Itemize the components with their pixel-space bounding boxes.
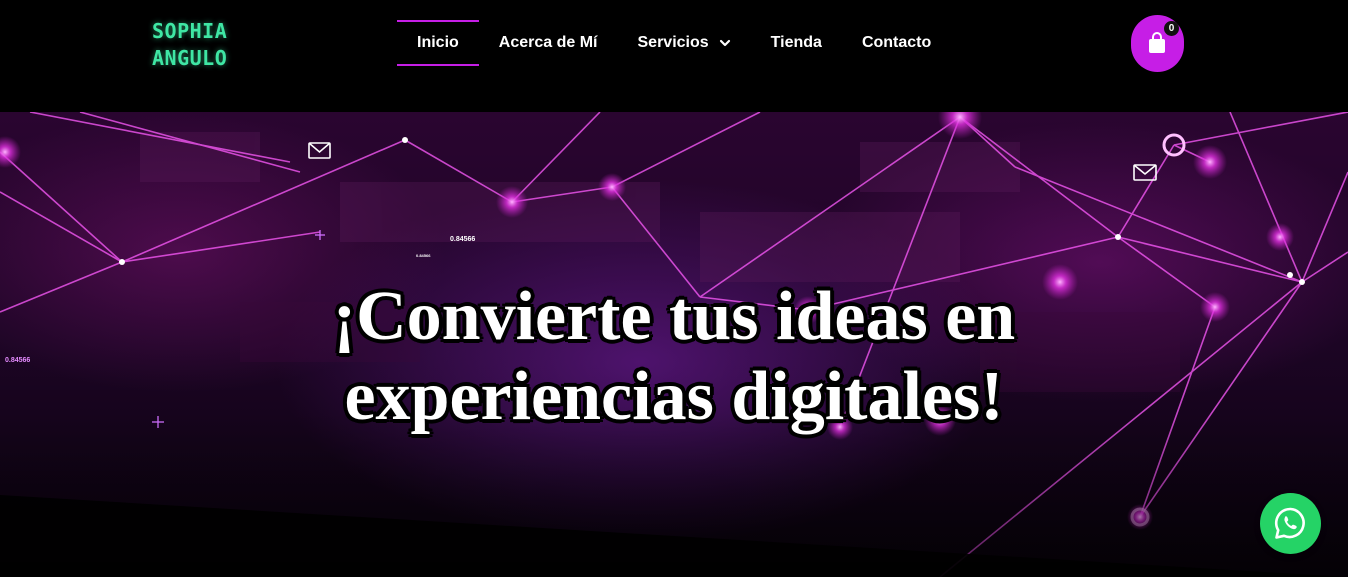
nav-item-acerca[interactable]: Acerca de Mí [479,20,618,66]
nav-label: Tienda [770,34,822,51]
nav-label: Inicio [417,34,459,51]
brand-line1: SOPHIA [152,19,228,43]
site-header: SOPHIA ANGULO Inicio Acerca de Mí Servic… [0,0,1348,112]
hero-title-line1: ¡Convierte tus ideas en [332,278,1016,355]
nav-item-servicios[interactable]: Servicios [618,20,751,66]
envelope-icon [308,142,331,159]
main-nav: Inicio Acerca de Mí Servicios Tienda Con… [397,20,951,66]
whatsapp-icon [1274,507,1305,539]
shopping-bag-icon [1149,32,1165,53]
hero-title-line2: experiencias digitales! [344,358,1004,435]
nav-item-tienda[interactable]: Tienda [751,20,842,66]
nav-label: Servicios [637,34,709,51]
hero-section: 0.84566 0.84566 0.84566 ¡Convierte tus i… [0,112,1348,577]
envelope-icon [1133,164,1157,181]
nav-item-contacto[interactable]: Contacto [842,20,951,66]
brand-logo[interactable]: SOPHIA ANGULO [152,18,232,72]
cart-count-badge: 0 [1164,21,1179,36]
hero-title: ¡Convierte tus ideas en experiencias dig… [0,277,1348,437]
nav-label: Contacto [861,34,932,51]
chevron-down-icon[interactable] [719,37,731,49]
cart-button[interactable]: 0 [1131,15,1184,72]
nav-label: Acerca de Mí [498,34,598,51]
nav-item-inicio[interactable]: Inicio [397,20,479,66]
decor-number: 0.84566 [416,253,431,258]
brand-line2: ANGULO [152,46,228,70]
decor-number: 0.84566 [450,236,476,243]
whatsapp-button[interactable] [1260,493,1321,554]
